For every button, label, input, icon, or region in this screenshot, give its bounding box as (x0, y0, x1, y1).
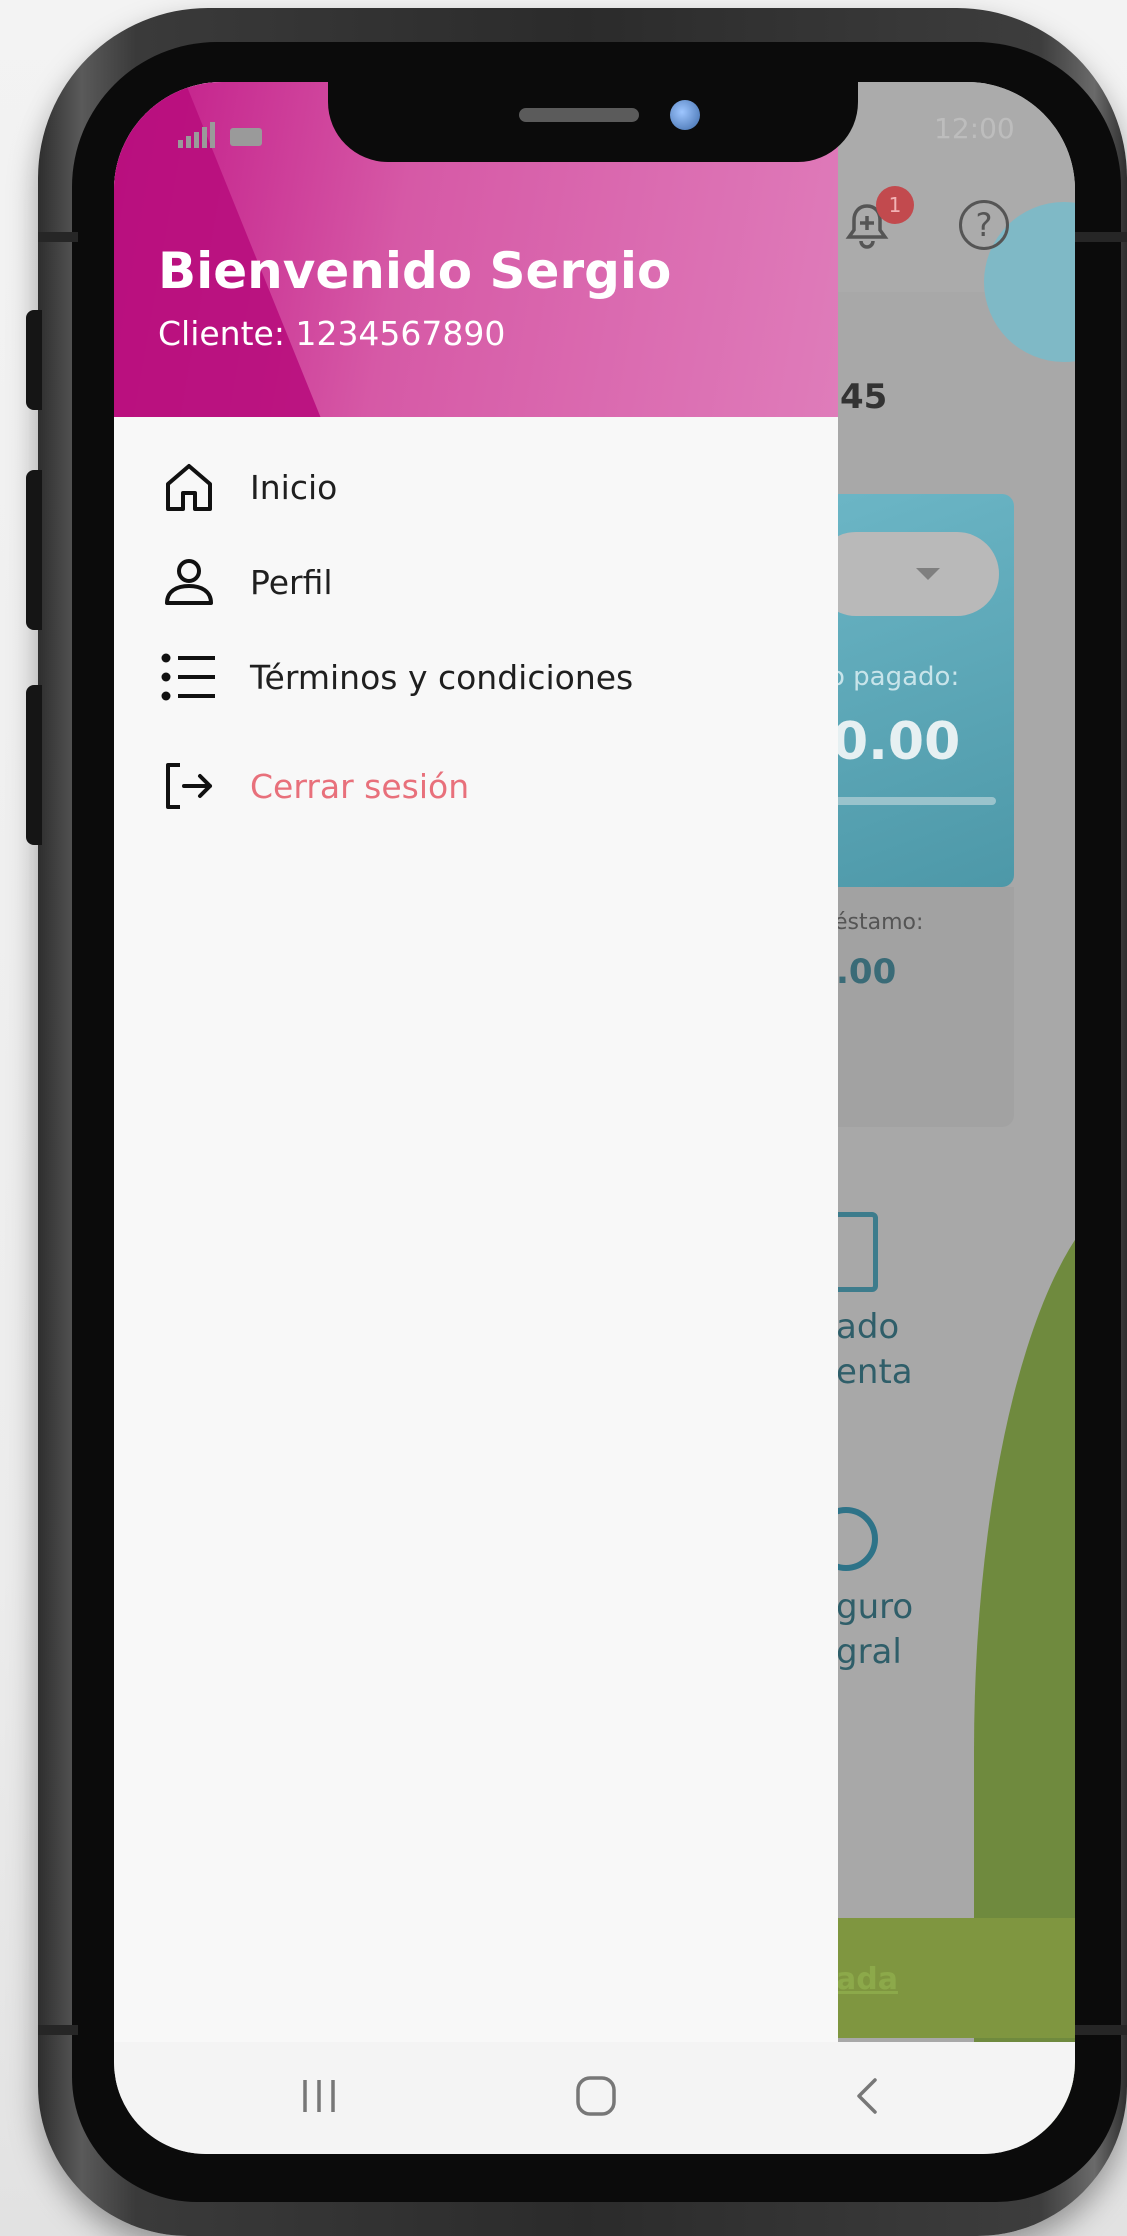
insurance-label-1[interactable]: guro (836, 1587, 913, 1627)
phone-screen: 12:00 1 ? 45 o pagado: 0.00 éstamo: .00 … (114, 82, 1075, 2154)
power-button (26, 685, 42, 845)
signal-icon (178, 122, 268, 154)
frame-rail-bottom-left (38, 2025, 78, 2035)
progress-bar (814, 797, 996, 805)
home-icon (158, 456, 220, 518)
bottom-link-fragment[interactable]: ada (836, 1962, 898, 1997)
loan-select[interactable] (814, 532, 999, 616)
logout-label: Cerrar sesión (250, 766, 470, 806)
loan-label-fragment: éstamo: (834, 910, 924, 935)
statement-label-2[interactable]: enta (836, 1352, 913, 1392)
front-camera (670, 100, 700, 130)
back-button[interactable] (834, 2066, 904, 2126)
help-icon[interactable]: ? (959, 200, 1009, 250)
frame-rail-bottom-right (1070, 2025, 1127, 2035)
account-number-fragment: 45 (840, 377, 888, 417)
menu-item-perfil[interactable]: Perfil (158, 542, 798, 622)
volume-down-button (26, 470, 42, 630)
paid-label-fragment: o pagado: (829, 662, 960, 692)
volume-up-button (26, 310, 42, 410)
menu-item-label: Perfil (250, 562, 333, 602)
status-time: 12:00 (934, 112, 1015, 145)
welcome-title: Bienvenido Sergio (158, 242, 672, 300)
frame-rail-left (38, 232, 78, 242)
chevron-down-icon (916, 568, 940, 580)
logout-icon (158, 755, 220, 817)
menu-item-terminos[interactable]: Términos y condiciones (158, 637, 798, 717)
recent-apps-button[interactable] (284, 2066, 354, 2126)
list-icon (158, 646, 220, 708)
navigation-drawer: Bienvenido Sergio Cliente: 1234567890 In… (114, 82, 838, 2042)
menu-item-label: Términos y condiciones (250, 657, 634, 697)
insurance-label-2[interactable]: gral (836, 1632, 902, 1672)
notification-badge: 1 (876, 186, 914, 224)
menu-item-label: Inicio (250, 467, 338, 507)
system-nav-bar (114, 2042, 1075, 2154)
home-button[interactable] (561, 2066, 631, 2126)
speaker-grille (519, 108, 639, 122)
menu-item-inicio[interactable]: Inicio (158, 447, 798, 527)
frame-rail-right (1070, 232, 1127, 242)
logout-button[interactable]: Cerrar sesión (158, 746, 798, 826)
camera-notch (328, 82, 858, 162)
client-id: Cliente: 1234567890 (158, 314, 506, 353)
loan-value-fragment: .00 (836, 952, 897, 992)
user-icon (158, 551, 220, 613)
paid-value-fragment: 0.00 (832, 712, 961, 772)
statement-label-1[interactable]: ado (836, 1307, 899, 1347)
